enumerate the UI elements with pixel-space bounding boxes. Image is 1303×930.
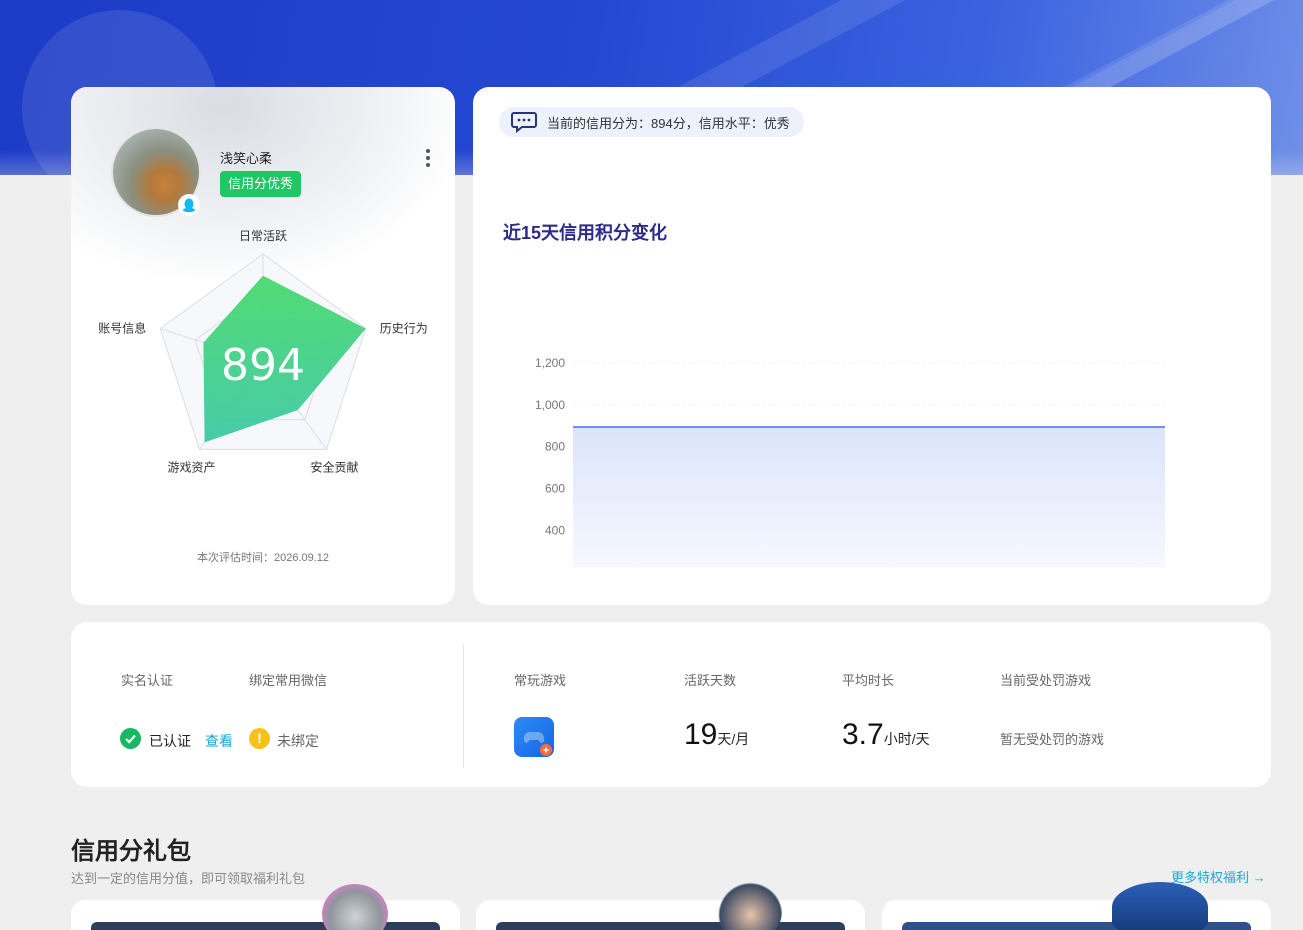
chart-title: 近15天信用积分变化 xyxy=(503,223,668,243)
penalty-games-value: 暂无受处罚的游戏 xyxy=(1000,732,1105,747)
active-days-number: 19 xyxy=(684,718,718,751)
y-tick-label: 1,200 xyxy=(535,356,565,370)
radar-label-account-info: 账号信息 xyxy=(98,321,146,336)
wechat-label: 绑定常用微信 xyxy=(249,673,328,688)
evaluation-time: 本次评估时间：2026.09.12 xyxy=(196,552,330,564)
credit-level-badge: 信用分优秀 xyxy=(220,171,302,197)
gift-section-subtitle: 达到一定的信用分值，即可领取福利礼包 xyxy=(71,871,306,886)
y-tick-label: 1,000 xyxy=(535,398,565,412)
gift-card-banner xyxy=(496,922,845,930)
active-days-value: 19天/月 xyxy=(684,718,749,752)
radar-label-history: 历史行为 xyxy=(380,322,428,336)
gift-card-2[interactable] xyxy=(476,900,865,930)
credit-score-number: 894 xyxy=(221,340,305,391)
avg-duration-label: 平均时长 xyxy=(842,673,895,688)
profile-card: 浅笑心柔 信用分优秀 日常活跃 历史行为 安全贡献 游戏资产 账号信息 894 … xyxy=(71,87,455,605)
more-benefits-link[interactable]: 更多特权福利 → xyxy=(1171,867,1266,886)
y-tick-label: 200 xyxy=(545,565,565,567)
game-icon[interactable] xyxy=(514,717,554,757)
username: 浅笑心柔 xyxy=(220,151,273,166)
verified-check-icon xyxy=(120,728,141,749)
character-figure xyxy=(712,882,782,930)
y-tick-label: 600 xyxy=(545,482,565,496)
gift-card-banner xyxy=(91,922,440,930)
avg-duration-number: 3.7 xyxy=(842,718,884,751)
avg-duration-value: 3.7小时/天 xyxy=(842,718,930,752)
y-tick-label: 400 xyxy=(545,523,565,537)
more-options-icon[interactable] xyxy=(423,149,433,169)
realname-status: 已认证 xyxy=(149,733,191,749)
character-figure xyxy=(1112,882,1208,930)
y-tick-label: 800 xyxy=(545,440,565,454)
radar-label-game-assets: 游戏资产 xyxy=(168,460,216,474)
arrow-right-icon: → xyxy=(1252,870,1266,885)
gift-section-title: 信用分礼包 xyxy=(71,838,191,865)
account-stats-card: 实名认证 绑定常用微信 已认证 查看 ! 未绑定 常玩游戏 活跃天数 19天/月… xyxy=(71,622,1271,787)
active-days-label: 活跃天数 xyxy=(684,673,737,688)
more-benefits-label: 更多特权福利 xyxy=(1171,870,1250,885)
credit-radar-chart: 日常活跃 历史行为 安全贡献 游戏资产 账号信息 894 xyxy=(98,229,428,474)
message-icon xyxy=(511,112,537,133)
stats-divider xyxy=(463,644,464,768)
score-message-text: 当前的信用分为：894分，信用水平：优秀 xyxy=(547,115,790,131)
wechat-status: 未绑定 xyxy=(277,733,319,749)
radar-label-daily-active: 日常活跃 xyxy=(239,229,287,243)
radar-label-security: 安全贡献 xyxy=(310,459,358,474)
frequent-games-label: 常玩游戏 xyxy=(514,673,567,688)
avg-duration-unit: 小时/天 xyxy=(883,731,930,747)
character-figure xyxy=(322,884,388,930)
view-realname-link[interactable]: 查看 xyxy=(205,731,233,751)
penalty-games-label: 当前受处罚游戏 xyxy=(1000,673,1092,688)
active-days-unit: 天/月 xyxy=(717,731,750,747)
chart-area-fill xyxy=(573,427,1165,567)
qq-icon xyxy=(178,194,200,216)
credit-trend-chart: 02004006008001,0001,200 30日31日01日02日03日0… xyxy=(535,356,1165,567)
warning-icon: ! xyxy=(249,728,270,749)
gift-card-3[interactable] xyxy=(882,900,1271,930)
score-message-pill: 当前的信用分为：894分，信用水平：优秀 xyxy=(499,107,804,137)
realname-label: 实名认证 xyxy=(121,673,174,688)
credit-chart-card: 当前的信用分为：894分，信用水平：优秀 近15天信用积分变化 02004006… xyxy=(473,87,1271,605)
gift-card-1[interactable] xyxy=(71,900,460,930)
